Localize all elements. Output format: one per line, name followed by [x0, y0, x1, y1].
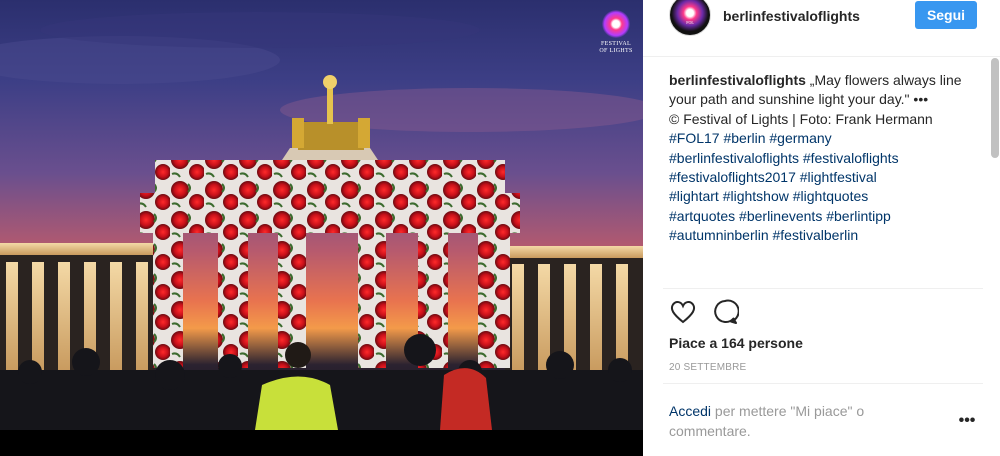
- post-date: 20 SETTEMBRE: [669, 362, 747, 373]
- heart-icon[interactable]: [669, 298, 697, 326]
- hashtag-line[interactable]: #autumninberlin #festivalberlin: [669, 227, 858, 243]
- hashtag-line[interactable]: #FOL17 #berlin #germany: [669, 130, 832, 146]
- post-sidebar: FOL berlinfestivaloflights Segui berlinf…: [643, 0, 1000, 456]
- login-prompt: Accedi per mettere "Mi piace" o commenta…: [669, 401, 919, 441]
- post-header: FOL berlinfestivaloflights Segui: [643, 0, 1000, 60]
- header-username[interactable]: berlinfestivaloflights: [723, 8, 860, 24]
- avatar[interactable]: FOL: [669, 0, 711, 36]
- scrollbar-thumb[interactable]: [991, 58, 999, 158]
- logo-text-line2: OF LIGHTS: [599, 48, 633, 54]
- hashtag-line[interactable]: #lightart #lightshow #lightquotes: [669, 188, 868, 204]
- logo-text-line1: FESTIVAL: [601, 41, 631, 47]
- post-photo[interactable]: FESTIVAL OF LIGHTS: [0, 0, 643, 456]
- caption-username[interactable]: berlinfestivaloflights: [669, 72, 806, 88]
- hashtag-line[interactable]: #festivaloflights2017 #lightfestival: [669, 169, 877, 185]
- festival-of-lights-logo: FESTIVAL OF LIGHTS: [596, 10, 636, 62]
- more-options-button[interactable]: •••: [957, 413, 977, 431]
- likes-count[interactable]: Piace a 164 persone: [669, 335, 803, 351]
- brandenburg-gate-illustration: [0, 12, 643, 430]
- hashtag-line[interactable]: #artquotes #berlinevents #berlintipp: [669, 208, 891, 224]
- photo-bottom-bar: [0, 430, 643, 456]
- hashtag-line[interactable]: #berlinfestivaloflights #festivaloflight…: [669, 150, 899, 166]
- login-link[interactable]: Accedi: [669, 403, 711, 419]
- avatar-badge: FOL: [686, 20, 694, 25]
- logo-emblem-icon: [602, 10, 630, 38]
- footer-divider: [663, 383, 983, 384]
- comment-icon[interactable]: [711, 298, 740, 326]
- follow-button[interactable]: Segui: [915, 1, 977, 29]
- caption-comment: berlinfestivaloflights „May flowers alwa…: [669, 71, 985, 287]
- comments-divider: [663, 288, 983, 289]
- scrollbar[interactable]: [990, 56, 1000, 456]
- caption-credit: © Festival of Lights | Foto: Frank Herma…: [669, 110, 933, 127]
- header-divider: [643, 56, 1000, 57]
